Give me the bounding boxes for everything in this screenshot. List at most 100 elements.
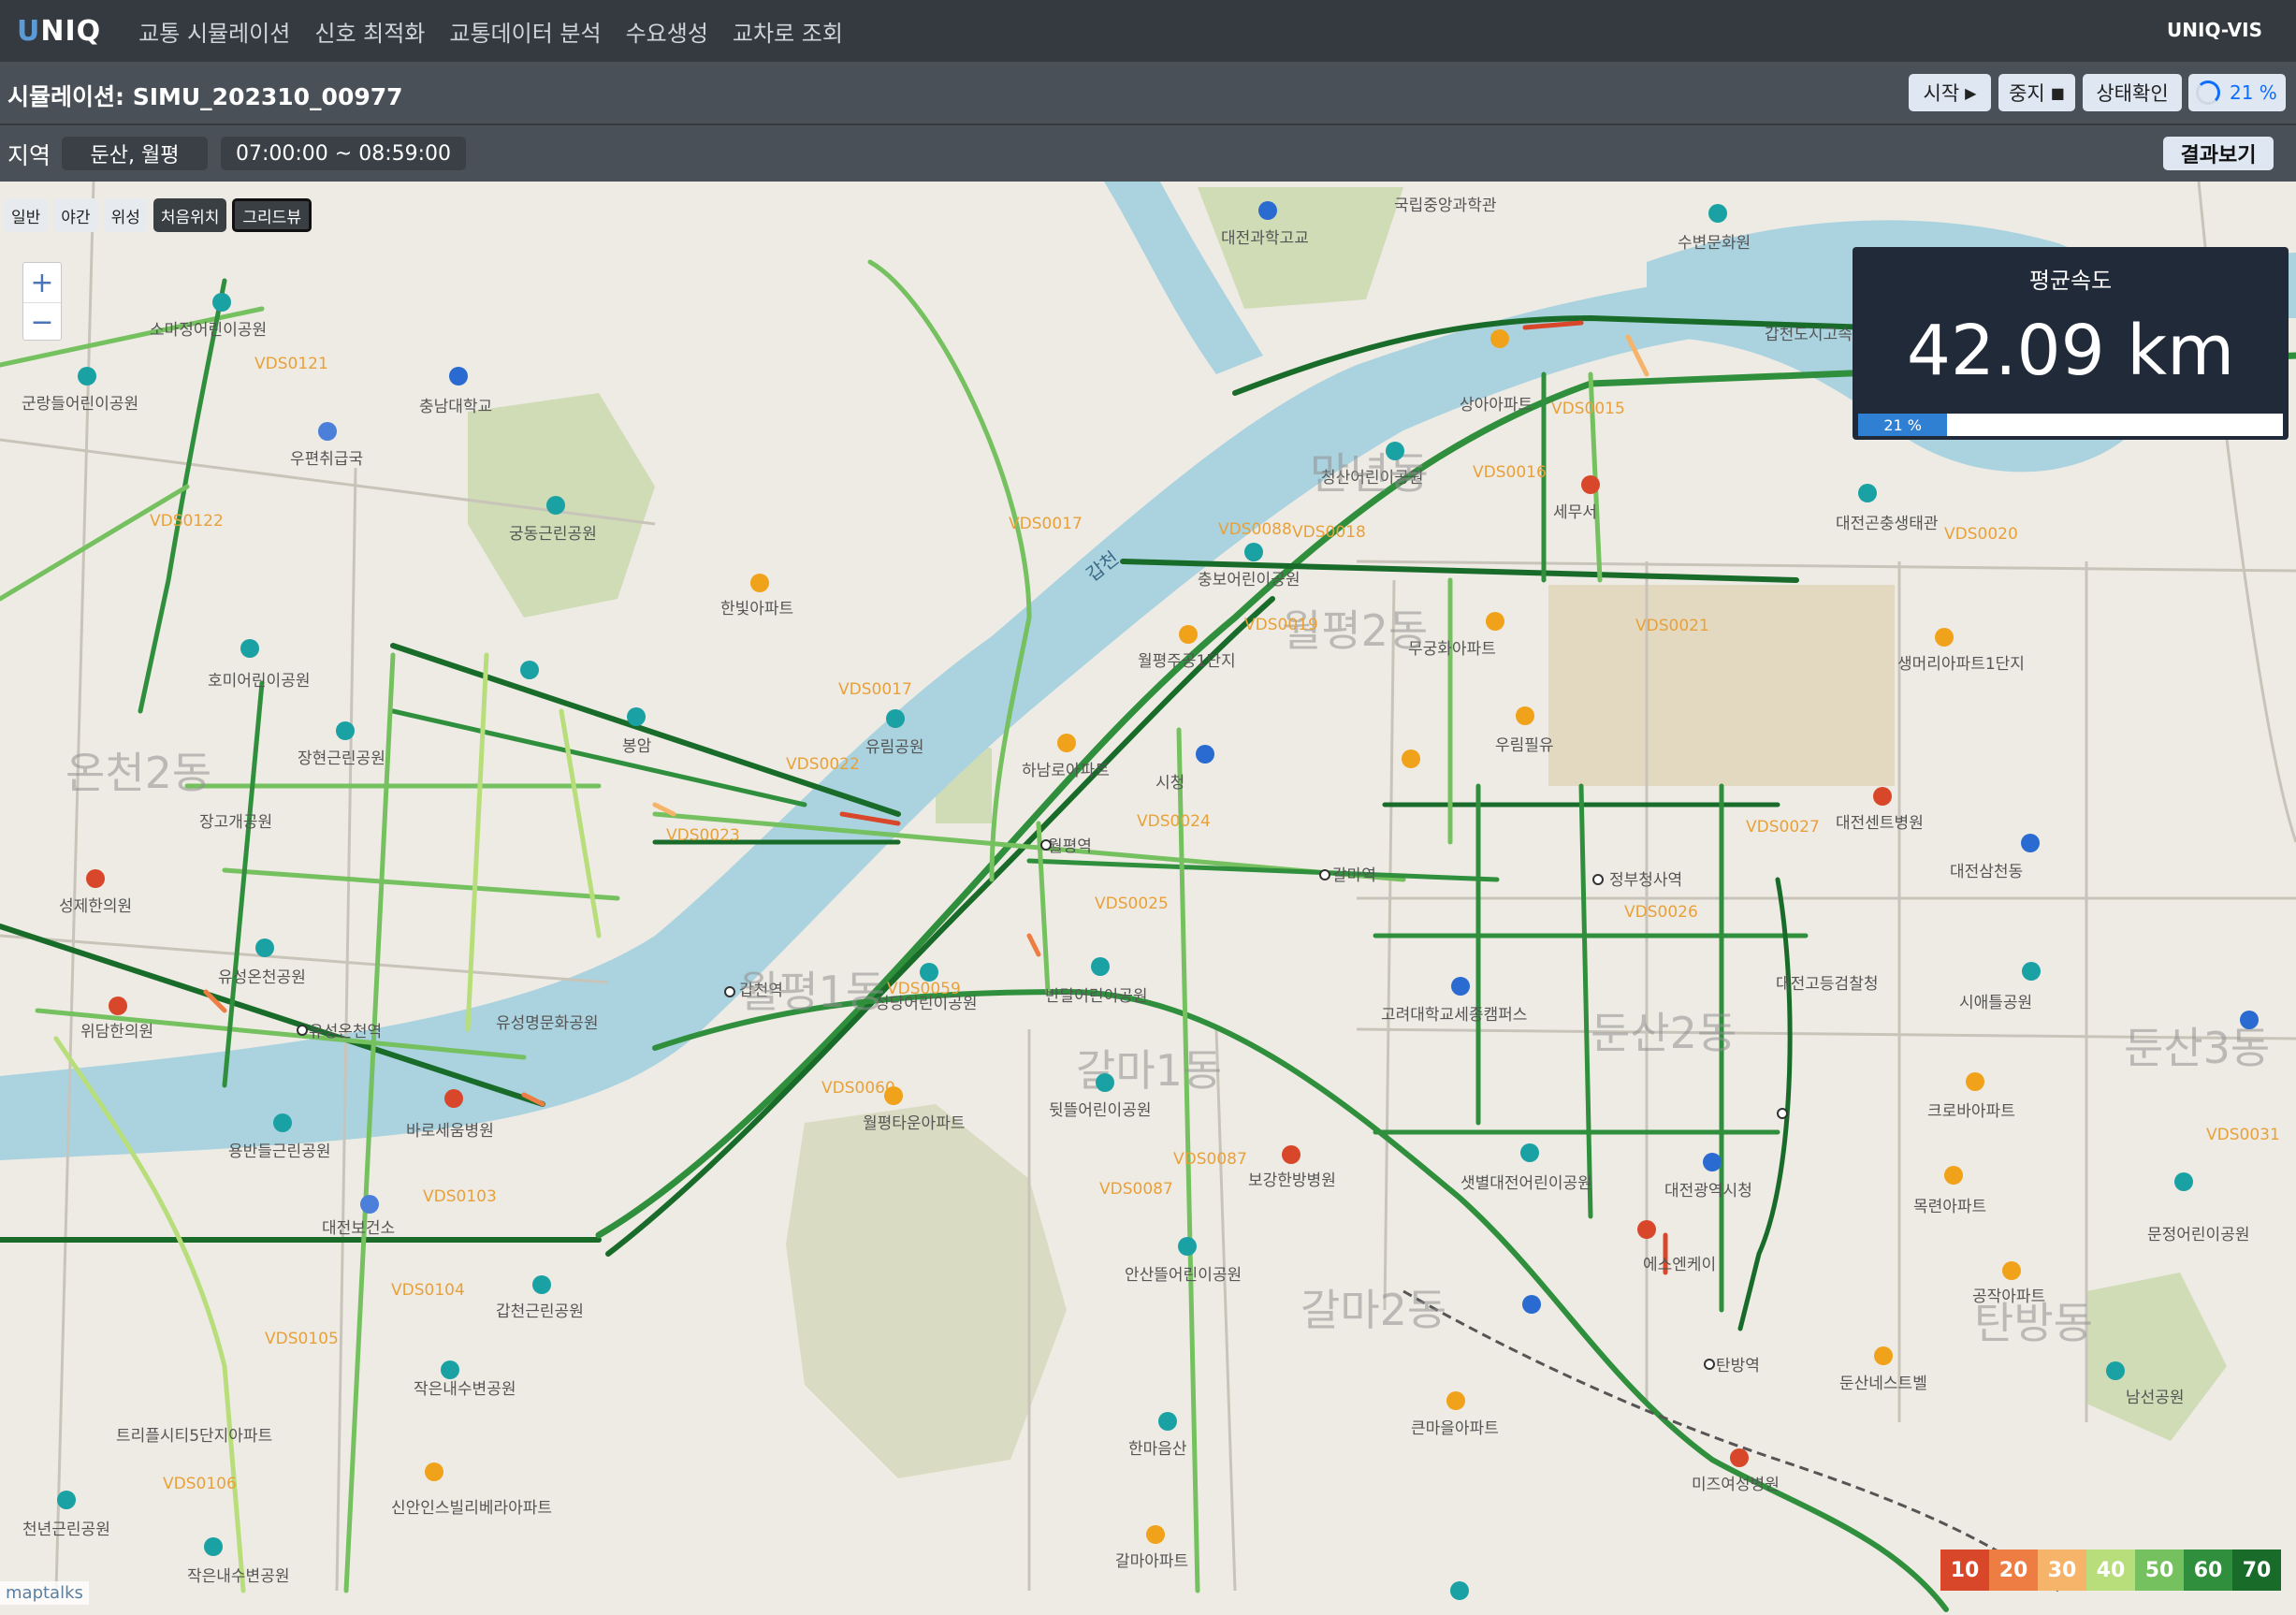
station-icon [1592,874,1604,885]
legend-item: 10 [1940,1550,1989,1591]
park-marker-icon [886,709,905,728]
place-label: 대전삼천동 [1950,863,2023,881]
region-label: 지역 [7,142,51,169]
place-label: 작은내수변공원 [187,1567,289,1586]
place-label: 우림필유 [1495,736,1554,755]
apartment-marker-icon [1490,329,1509,348]
hospital-marker-icon [1282,1145,1301,1164]
vds-label: VDS0105 [265,1330,339,1348]
school-marker-icon [1258,201,1277,220]
region-value: 둔산, 월평 [62,137,208,170]
place-label: 고려대학교세종캠퍼스 [1381,1006,1527,1025]
place-label: 둔산네스트벨 [1839,1375,1927,1393]
hospital-marker-icon [1730,1448,1749,1467]
hospital-marker-icon [444,1089,463,1108]
brand-logo[interactable]: UNIQ [17,15,101,48]
place-label: 국립중앙과학관 [1394,196,1496,215]
place-label: 샛별대전어린이공원 [1460,1174,1592,1193]
layer-normal-button[interactable]: 일반 [4,198,49,232]
place-label: 미즈여성병원 [1692,1476,1780,1494]
reset-position-button[interactable]: 처음위치 [153,198,227,232]
nav-traffic-data-analysis[interactable]: 교통데이터 분석 [449,15,601,48]
place-label: 유성온천역 [309,1023,382,1041]
hospital-marker-icon [1873,787,1892,806]
place-label: 상아아파트 [1460,396,1533,415]
park-marker-icon [627,707,646,726]
zoom-control: + − [22,262,62,341]
park-marker-icon [1386,442,1404,460]
nav-traffic-simulation[interactable]: 교통 시뮬레이션 [138,15,290,48]
status-check-button[interactable]: 상태확인 [2083,74,2182,111]
place-label: 갈마아파트 [1115,1552,1188,1571]
park-marker-icon [57,1491,76,1509]
place-label: 트리플시티5단지아파트 [116,1427,272,1446]
place-label: 충남대학교 [419,398,492,416]
start-button[interactable]: 시작 ▶ [1909,74,1991,111]
place-label: 큰마을아파트 [1411,1419,1499,1438]
place-label: 탄방역 [1716,1357,1760,1375]
map-attribution[interactable]: maptalks [0,1581,89,1605]
legend-item: 40 [2086,1550,2135,1591]
school-marker-icon [1522,1295,1541,1314]
district-label: 온천2동 [65,748,211,798]
place-label: 한빛아파트 [720,600,793,618]
station-icon [297,1025,308,1036]
hospital-marker-icon [109,997,127,1015]
place-label: 유성온천공원 [218,968,306,987]
vds-label: VDS0020 [1944,525,2018,544]
apartment-marker-icon [425,1462,443,1481]
zoom-in-button[interactable]: + [23,263,61,302]
district-label: 월평1동 [739,967,885,1017]
park-marker-icon [273,1113,292,1132]
vds-label: VDS0031 [2206,1126,2280,1144]
district-label: 둔산3동 [2124,1023,2270,1073]
vds-label: VDS0019 [1244,616,1318,634]
apartment-marker-icon [1486,612,1504,631]
district-label: 만년동 [1310,448,1429,499]
vds-label: VDS0024 [1137,812,1211,831]
district-label: 둔산2동 [1591,1008,1737,1058]
park-marker-icon [78,367,96,386]
apartment-marker-icon [1057,734,1076,752]
stop-label: 중지 [2009,82,2045,105]
place-label: 군랑들어린이공원 [22,395,138,414]
district-label: 갈마2동 [1301,1285,1446,1335]
place-label: 유림공원 [865,738,924,757]
place-label: 갑천도시고속 [1765,326,1853,344]
nav-demand-generation[interactable]: 수요생성 [626,15,708,48]
place-label: 충보어린이공원 [1198,571,1300,589]
apartment-marker-icon [1966,1072,1984,1091]
legend-item: 70 [2232,1550,2281,1591]
park-marker-icon [1158,1412,1177,1431]
vds-label: VDS0016 [1473,463,1547,482]
average-speed-progress-track: 21 % [1858,414,2283,436]
station-icon [724,986,735,997]
status-check-label: 상태확인 [2096,82,2169,105]
brand-right-label: UNIQ-VIS [2167,19,2262,41]
nav-signal-optimization[interactable]: 신호 최적화 [314,15,425,48]
city-block [1548,585,1895,786]
vds-label: VDS0017 [838,680,912,699]
place-label: 호미어린이공원 [208,672,310,691]
place-label: 시애틀공원 [1959,994,2032,1012]
time-range: 07:00:00 ~ 08:59:00 [221,137,466,170]
nav-intersection-query[interactable]: 교차로 조회 [733,15,843,48]
average-speed-title: 평균속도 [2028,268,2113,294]
place-label: 크로바아파트 [1927,1102,2015,1121]
view-results-button[interactable]: 결과보기 [2163,137,2274,170]
layer-satellite-button[interactable]: 위성 [103,198,148,232]
park-marker-icon [240,639,259,658]
simulation-progress: 21 % [2188,74,2286,111]
place-label: 안산뜰어린이공원 [1125,1266,1242,1285]
public-office-marker-icon [2240,1011,2259,1029]
place-label: 소마정어린이공원 [150,321,267,340]
grid-view-button[interactable]: 그리드뷰 [232,198,312,232]
average-speed-panel: 평균속도 42.09 km 21 % [1853,247,2289,440]
stop-button[interactable]: 중지 ■ [1998,74,2075,111]
layer-night-button[interactable]: 야간 [53,198,98,232]
vds-label: VDS0103 [423,1187,497,1206]
place-label: 문정어린이공원 [2147,1226,2249,1244]
zoom-out-button[interactable]: − [23,302,61,342]
place-label: 목련아파트 [1913,1198,1986,1216]
vds-label: VDS0017 [1009,515,1083,533]
